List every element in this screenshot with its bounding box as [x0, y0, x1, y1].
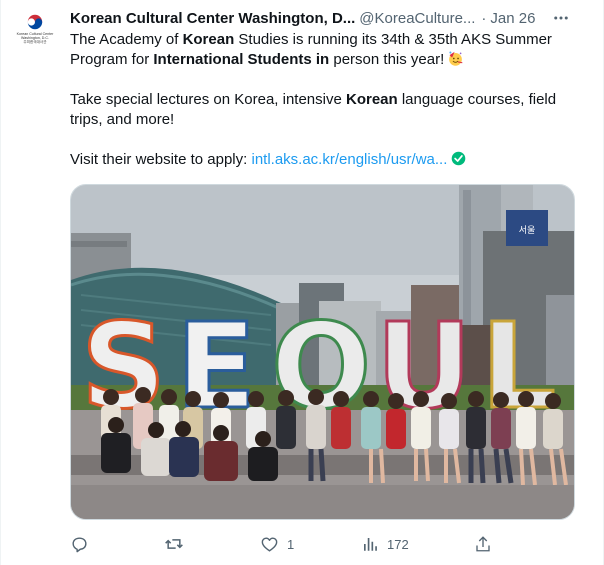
tweet-date[interactable]: Jan 26 — [490, 10, 535, 27]
text-bold: Korean — [182, 31, 235, 48]
text-segment: Take special lectures on Korea, intensiv… — [70, 91, 346, 108]
tweet-paragraph: Take special lectures on Korea, intensiv… — [70, 90, 575, 130]
text-segment: Visit their website to apply: — [70, 151, 252, 168]
like-button[interactable]: 1 — [260, 531, 294, 557]
tweet-paragraph: The Academy of Korean Studies is running… — [70, 30, 575, 70]
more-dots-icon — [554, 16, 568, 20]
text-bold: Korean — [345, 91, 398, 108]
text-bold: International Students in — [153, 51, 330, 68]
billboard-text: 서울 — [519, 225, 536, 236]
tweet-paragraph: Visit their website to apply: intl.aks.a… — [70, 150, 575, 170]
views-button[interactable]: 172 — [361, 531, 409, 557]
party-face-emoji — [449, 51, 463, 66]
verified-check-icon — [452, 151, 466, 166]
views-chart-icon — [364, 538, 377, 551]
taegeuk-logo-icon — [27, 14, 43, 30]
more-options-button[interactable] — [551, 8, 571, 28]
sign-letter-s: S — [81, 297, 166, 435]
tweet-text: The Academy of Korean Studies is running… — [70, 30, 575, 170]
user-handle[interactable]: @KoreaCulture... — [359, 10, 475, 27]
avatar-caption-line: 주미한국대사관 — [23, 40, 47, 45]
separator-dot: · — [481, 9, 487, 27]
like-count: 1 — [287, 536, 295, 552]
tweet-actions: 1 172 — [70, 531, 575, 557]
display-name[interactable]: Korean Cultural Center Washington, D... — [70, 10, 355, 27]
text-segment: person this year! — [329, 51, 445, 68]
share-button[interactable] — [474, 531, 492, 557]
views-count: 172 — [387, 536, 409, 552]
avatar[interactable]: Korean Cultural Center Washington, D.C. … — [14, 11, 56, 53]
tweet-header: Korean Cultural Center Washington, D... … — [70, 8, 575, 28]
tweet-photo[interactable]: 서울 S E O U L — [70, 184, 575, 520]
reply-button[interactable] — [70, 531, 97, 557]
retweet-button[interactable] — [164, 531, 192, 557]
reply-icon — [72, 536, 87, 552]
heart-icon — [261, 536, 278, 552]
retweet-icon — [165, 539, 183, 549]
website-link[interactable]: intl.aks.ac.kr/english/usr/wa... — [251, 151, 447, 168]
text-segment: The Academy of — [70, 31, 183, 48]
avatar-caption: Korean Cultural Center Washington, D.C. … — [17, 32, 54, 45]
seoul-sign-group-photo: 서울 S E O U L — [71, 185, 574, 519]
share-icon — [476, 536, 490, 552]
tweet[interactable]: Korean Cultural Center Washington, D.C. … — [0, 0, 604, 565]
